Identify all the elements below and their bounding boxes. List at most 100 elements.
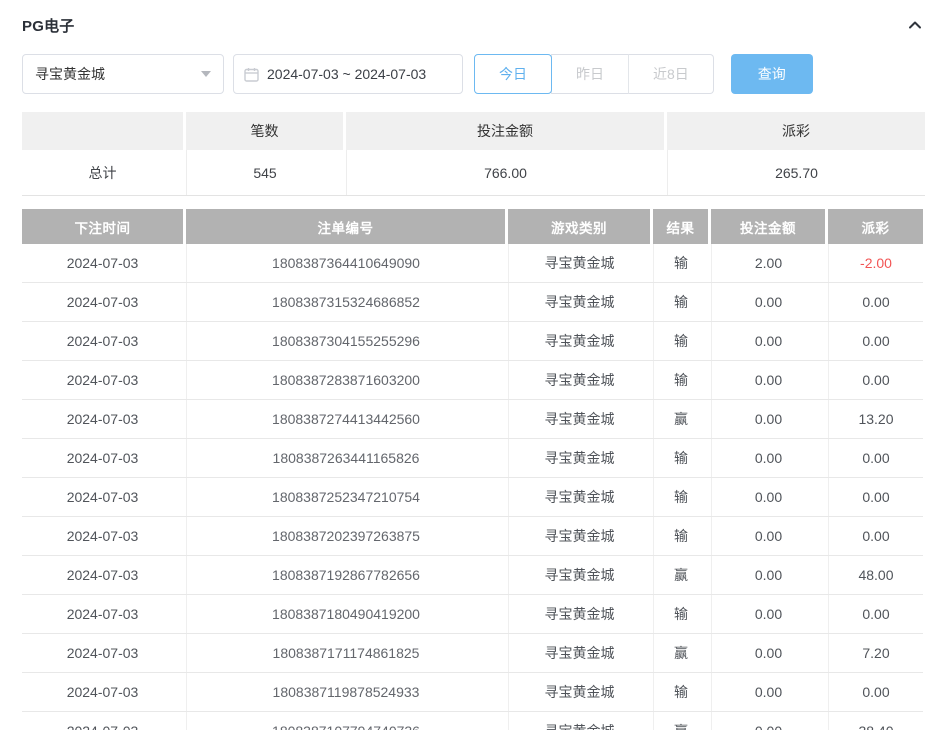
records-table: 下注时间 注单编号 游戏类别 结果 投注金额 派彩 2024-07-031808…: [22, 209, 923, 730]
cell-bet-id: 1808387202397263875: [186, 517, 505, 555]
cell-payout: 38.40: [828, 712, 923, 730]
cell-game-type: 寻宝黄金城: [508, 322, 650, 360]
cell-payout: 0.00: [828, 595, 923, 633]
cell-bet-time: 2024-07-03: [22, 673, 183, 711]
cell-result: 赢: [653, 400, 708, 438]
cell-result: 输: [653, 439, 708, 477]
cell-bet-id: 1808387192867782656: [186, 556, 505, 594]
cell-bet-time: 2024-07-03: [22, 361, 183, 399]
cell-payout: 0.00: [828, 478, 923, 516]
cell-bet-amount: 0.00: [711, 439, 825, 477]
cell-bet-time: 2024-07-03: [22, 517, 183, 555]
summary-total-bet-amount: 766.00: [346, 150, 664, 195]
cell-payout: 48.00: [828, 556, 923, 594]
game-select-value: 寻宝黄金城: [35, 64, 105, 84]
cell-bet-time: 2024-07-03: [22, 556, 183, 594]
quick-range-group: 今日 昨日 近8日: [474, 54, 714, 94]
cell-result: 输: [653, 673, 708, 711]
cell-bet-id: 1808387180490419200: [186, 595, 505, 633]
cell-game-type: 寻宝黄金城: [508, 634, 650, 672]
chevron-up-icon: [907, 17, 923, 33]
table-row: 2024-07-031808387263441165826寻宝黄金城输0.000…: [22, 439, 923, 478]
collapse-button[interactable]: [905, 15, 925, 35]
today-button[interactable]: 今日: [474, 54, 552, 94]
cell-game-type: 寻宝黄金城: [508, 556, 650, 594]
cell-result: 输: [653, 322, 708, 360]
cell-result: 输: [653, 478, 708, 516]
cell-result: 输: [653, 244, 708, 282]
records-header-bet-amount: 投注金额: [711, 209, 825, 244]
cell-game-type: 寻宝黄金城: [508, 283, 650, 321]
chevron-down-icon: [201, 71, 211, 77]
cell-payout: 0.00: [828, 283, 923, 321]
cell-bet-time: 2024-07-03: [22, 634, 183, 672]
cell-result: 输: [653, 517, 708, 555]
cell-bet-id: 1808387252347210754: [186, 478, 505, 516]
summary-total-count: 545: [186, 150, 343, 195]
table-row: 2024-07-031808387192867782656寻宝黄金城赢0.004…: [22, 556, 923, 595]
records-body: 2024-07-031808387364410649090寻宝黄金城输2.00-…: [22, 244, 923, 730]
records-header-bet-time: 下注时间: [22, 209, 183, 244]
cell-bet-time: 2024-07-03: [22, 478, 183, 516]
cell-bet-time: 2024-07-03: [22, 595, 183, 633]
cell-result: 输: [653, 283, 708, 321]
summary-header-count: 笔数: [186, 112, 343, 150]
cell-bet-id: 1808387274413442560: [186, 400, 505, 438]
records-header-row: 下注时间 注单编号 游戏类别 结果 投注金额 派彩: [22, 209, 923, 244]
summary-header-row: 笔数 投注金额 派彩: [22, 112, 925, 150]
last-8-days-button[interactable]: 近8日: [628, 54, 714, 94]
table-row: 2024-07-031808387252347210754寻宝黄金城输0.000…: [22, 478, 923, 517]
cell-bet-amount: 0.00: [711, 517, 825, 555]
summary-table: 笔数 投注金额 派彩 总计 545 766.00 265.70: [22, 112, 925, 196]
cell-bet-amount: 0.00: [711, 712, 825, 730]
cell-bet-id: 1808387283871603200: [186, 361, 505, 399]
cell-payout: 0.00: [828, 439, 923, 477]
records-header-game-type: 游戏类别: [508, 209, 650, 244]
summary-header-payout: 派彩: [667, 112, 925, 150]
query-button[interactable]: 查询: [731, 54, 813, 94]
cell-bet-amount: 0.00: [711, 322, 825, 360]
date-range-value: 2024-07-03 ~ 2024-07-03: [267, 66, 426, 82]
cell-bet-time: 2024-07-03: [22, 244, 183, 282]
table-row: 2024-07-031808387180490419200寻宝黄金城输0.000…: [22, 595, 923, 634]
date-range-input[interactable]: 2024-07-03 ~ 2024-07-03: [233, 54, 463, 94]
cell-payout: 0.00: [828, 517, 923, 555]
table-row: 2024-07-031808387315324686852寻宝黄金城输0.000…: [22, 283, 923, 322]
table-row: 2024-07-031808387171174861825寻宝黄金城赢0.007…: [22, 634, 923, 673]
cell-bet-amount: 0.00: [711, 556, 825, 594]
table-row: 2024-07-031808387274413442560寻宝黄金城赢0.001…: [22, 400, 923, 439]
summary-total-row: 总计 545 766.00 265.70: [22, 150, 925, 196]
calendar-icon: [244, 67, 259, 82]
table-row: 2024-07-031808387364410649090寻宝黄金城输2.00-…: [22, 244, 923, 283]
cell-game-type: 寻宝黄金城: [508, 244, 650, 282]
cell-payout: 0.00: [828, 361, 923, 399]
cell-bet-amount: 0.00: [711, 478, 825, 516]
cell-bet-id: 1808387107794740736: [186, 712, 505, 730]
cell-bet-id: 1808387171174861825: [186, 634, 505, 672]
cell-bet-id: 1808387304155255296: [186, 322, 505, 360]
cell-bet-amount: 0.00: [711, 595, 825, 633]
cell-game-type: 寻宝黄金城: [508, 673, 650, 711]
cell-payout: 13.20: [828, 400, 923, 438]
summary-total-payout: 265.70: [667, 150, 925, 195]
table-row: 2024-07-031808387283871603200寻宝黄金城输0.000…: [22, 361, 923, 400]
bet-records-panel: PG电子 寻宝黄金城 2024-07-03 ~ 2024-07-: [0, 0, 927, 730]
cell-bet-time: 2024-07-03: [22, 439, 183, 477]
cell-bet-amount: 0.00: [711, 400, 825, 438]
table-row: 2024-07-031808387202397263875寻宝黄金城输0.000…: [22, 517, 923, 556]
cell-bet-amount: 2.00: [711, 244, 825, 282]
cell-game-type: 寻宝黄金城: [508, 439, 650, 477]
cell-payout: 0.00: [828, 673, 923, 711]
cell-result: 赢: [653, 634, 708, 672]
cell-result: 输: [653, 361, 708, 399]
yesterday-button[interactable]: 昨日: [551, 54, 629, 94]
cell-game-type: 寻宝黄金城: [508, 712, 650, 730]
cell-payout: 0.00: [828, 322, 923, 360]
cell-game-type: 寻宝黄金城: [508, 361, 650, 399]
cell-game-type: 寻宝黄金城: [508, 400, 650, 438]
cell-bet-id: 1808387315324686852: [186, 283, 505, 321]
cell-bet-amount: 0.00: [711, 283, 825, 321]
game-select[interactable]: 寻宝黄金城: [22, 54, 224, 94]
cell-payout: -2.00: [828, 244, 923, 282]
summary-header-blank: [22, 112, 183, 150]
